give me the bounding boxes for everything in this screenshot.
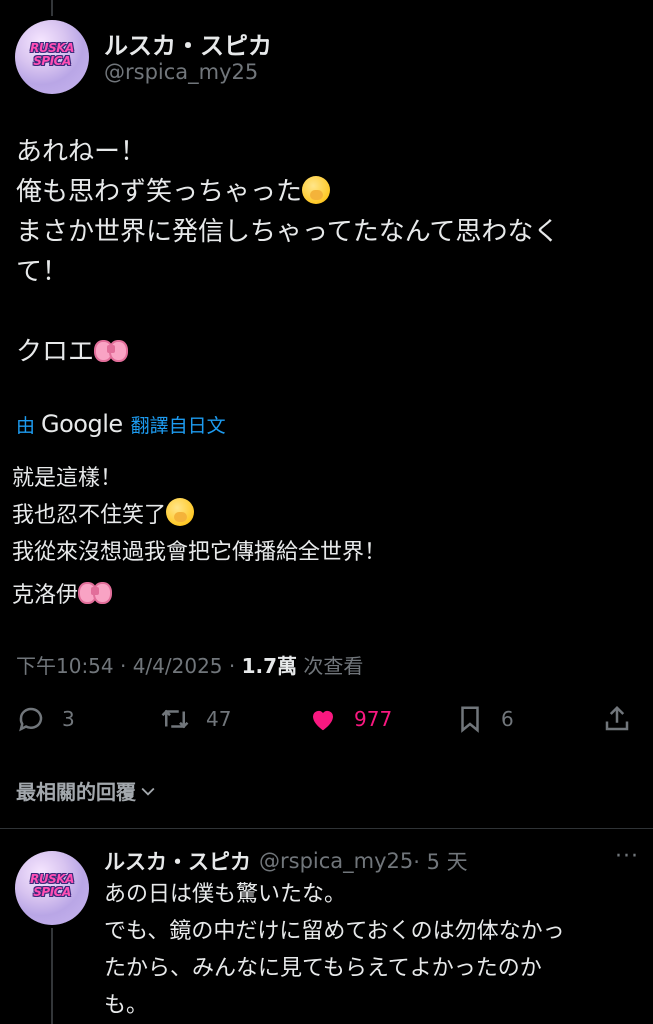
ribbon-emoji-icon — [78, 580, 113, 606]
action-bar: 3 47 977 6 — [0, 700, 653, 740]
reply-text: あの日は僕も驚いたな。 でも、鏡の中だけに留めておくのは勿体なかっ たから、みん… — [104, 882, 565, 1018]
divider — [0, 828, 653, 829]
author-name[interactable]: ルスカ・スピカ — [104, 26, 272, 61]
reply-author-avatar[interactable]: RUSKA SPICA — [15, 851, 89, 925]
bookmark-icon — [461, 706, 479, 733]
avatar-logo: RUSKA SPICA — [30, 41, 74, 68]
post-meta: 下午10:54 · 4/4/2025 · 1.7萬 次查看 — [16, 650, 363, 679]
post-line: まさか世界に発信しちゃってたなんて思わなく — [16, 217, 560, 247]
like-count: 977 — [354, 707, 393, 731]
post-line: て！ — [16, 257, 69, 287]
share-button[interactable] — [602, 704, 648, 734]
chevron-down-icon — [141, 787, 155, 796]
thread-connector-reply — [51, 928, 53, 1024]
translated-line: 克洛伊 — [12, 583, 79, 608]
translation-prefix: 由 — [16, 414, 36, 437]
post-line: クロエ — [16, 337, 95, 367]
heart-filled-icon — [313, 710, 333, 731]
hand-over-mouth-emoji-icon — [302, 176, 331, 204]
reply-header: ルスカ・スピカ @rspica_my25 · 5 天 ··· — [104, 844, 639, 876]
avatar-logo: RUSKA SPICA — [30, 872, 74, 899]
reply-author-name[interactable]: ルスカ・スピカ — [104, 846, 251, 876]
more-options-icon[interactable]: ··· — [615, 844, 639, 869]
translated-text: 就是這樣！ 我也忍不住笑了 我從來沒想過我會把它傳播給全世界！ 克洛伊 — [12, 460, 386, 614]
google-logo: Google — [41, 410, 123, 438]
views-label: 次查看 — [297, 654, 364, 678]
post-line: 俺も思わず笑っちゃった — [16, 177, 303, 207]
like-button[interactable]: 977 — [308, 704, 392, 734]
author-handle[interactable]: @rspica_my25 — [104, 60, 258, 84]
post-line: あれねー！ — [16, 137, 147, 167]
post-timestamp[interactable]: 下午10:54 · 4/4/2025 · — [16, 654, 242, 678]
repost-icon — [161, 709, 189, 729]
views-count: 1.7萬 — [241, 654, 298, 678]
reply-count: 3 — [62, 707, 75, 731]
reply-age[interactable]: · 5 天 — [413, 846, 467, 876]
post-text: あれねー！ 俺も思わず笑っちゃった まさか世界に発信しちゃってたなんて思わなく … — [16, 132, 641, 372]
translation-attribution[interactable]: 由 Google 翻譯自日文 — [16, 410, 226, 438]
ribbon-emoji-icon — [94, 338, 129, 364]
hand-over-mouth-emoji-icon — [166, 498, 195, 526]
bookmark-count: 6 — [501, 707, 514, 731]
share-icon — [605, 705, 629, 731]
translated-line: 我也忍不住笑了 — [12, 503, 167, 528]
translation-suffix: 翻譯自日文 — [130, 414, 226, 437]
reply-button[interactable]: 3 — [16, 704, 75, 734]
reply-author-handle[interactable]: @rspica_my25 — [259, 849, 413, 873]
repost-count: 47 — [206, 707, 232, 731]
author-avatar[interactable]: RUSKA SPICA — [15, 20, 89, 94]
translated-line: 我從來沒想過我會把它傳播給全世界！ — [12, 540, 387, 565]
bookmark-button[interactable]: 6 — [455, 704, 514, 734]
translated-line: 就是這樣！ — [12, 466, 123, 491]
repost-button[interactable]: 47 — [160, 704, 231, 734]
replies-sort-dropdown[interactable]: 最相關的回覆 — [16, 776, 158, 805]
sort-label: 最相關的回覆 — [16, 780, 136, 804]
thread-connector-top — [51, 0, 53, 16]
reply-icon — [19, 707, 43, 732]
